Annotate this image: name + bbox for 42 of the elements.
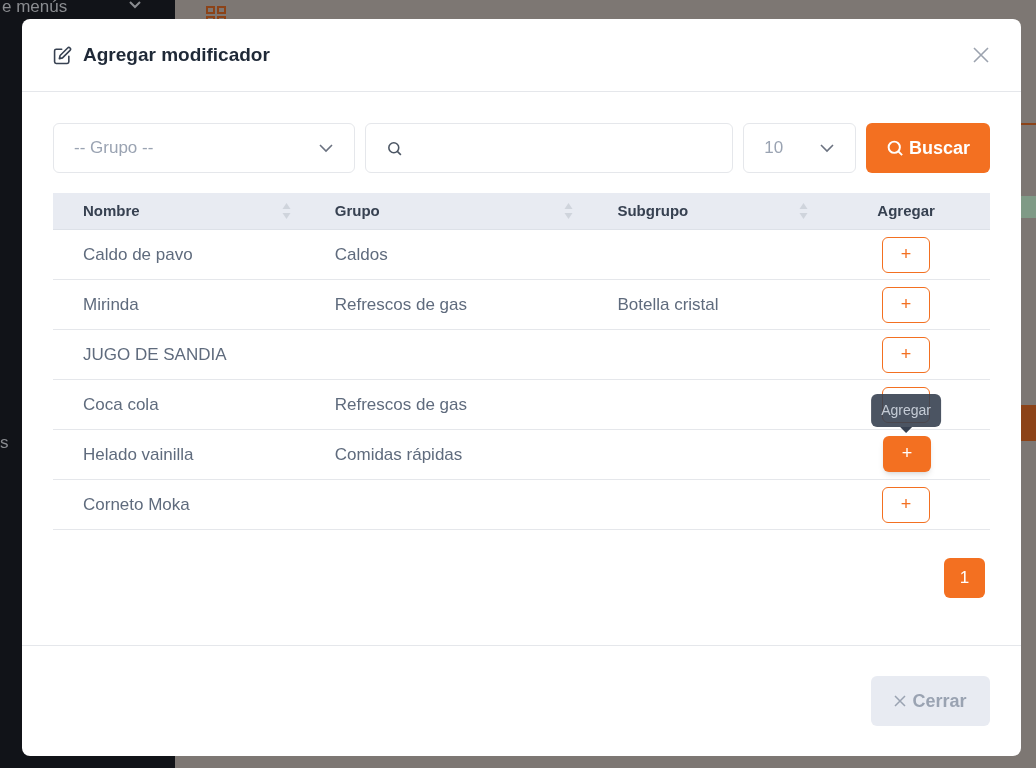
table-cell: Refrescos de gas [334,394,468,414]
group-select[interactable]: -- Grupo -- [53,123,355,173]
table-cell: Refrescos de gas [334,294,468,314]
table-cell: Coca cola [83,394,159,414]
column-header: Agregar [876,200,936,221]
tooltip: Agregar [871,393,941,427]
search-icon [385,139,403,157]
close-button[interactable]: Cerrar [871,676,990,726]
modal-title: Agregar modificador [83,42,270,67]
close-icon [894,695,907,707]
add-button[interactable]: + [882,236,931,273]
tooltip-arrow [900,426,913,433]
sort-icon[interactable] [281,202,291,220]
table-cell: Helado vainilla [83,444,194,464]
column-header[interactable]: Subgrupo [587,193,823,229]
search-button[interactable]: Buscar [866,123,990,173]
close-button[interactable] [971,45,991,65]
page-rule [1021,123,1036,125]
table-cell: Mirinda [83,294,139,314]
search-field[interactable] [364,123,734,173]
table-cell: Botella cristal [617,294,719,314]
add-button[interactable]: + [882,486,931,523]
column-header[interactable]: Grupo [304,193,588,229]
table-cell: JUGO DE SANDIA [83,344,227,364]
sidebar-item[interactable]: s [0,430,9,456]
page-badge [1021,196,1036,218]
search-icon [886,139,905,157]
table-cell: Caldo de pavo [83,244,193,264]
add-button[interactable]: + [882,336,931,373]
edit-icon [53,45,72,65]
table-cell: Corneto Moka [83,494,190,514]
sidebar-item[interactable]: e menús [2,0,68,20]
page-button[interactable]: 1 [944,558,985,598]
sort-icon[interactable] [799,202,809,220]
page-size-select[interactable]: 10 [743,123,857,173]
column-header[interactable]: Nombre [53,193,305,229]
add-button[interactable]: + [882,286,931,323]
table-cell: Comidas rápidas [334,444,463,464]
page-button[interactable] [1021,405,1036,441]
add-button[interactable]: + [883,435,932,472]
table-cell: Caldos [334,244,388,264]
sort-icon[interactable] [564,202,574,220]
